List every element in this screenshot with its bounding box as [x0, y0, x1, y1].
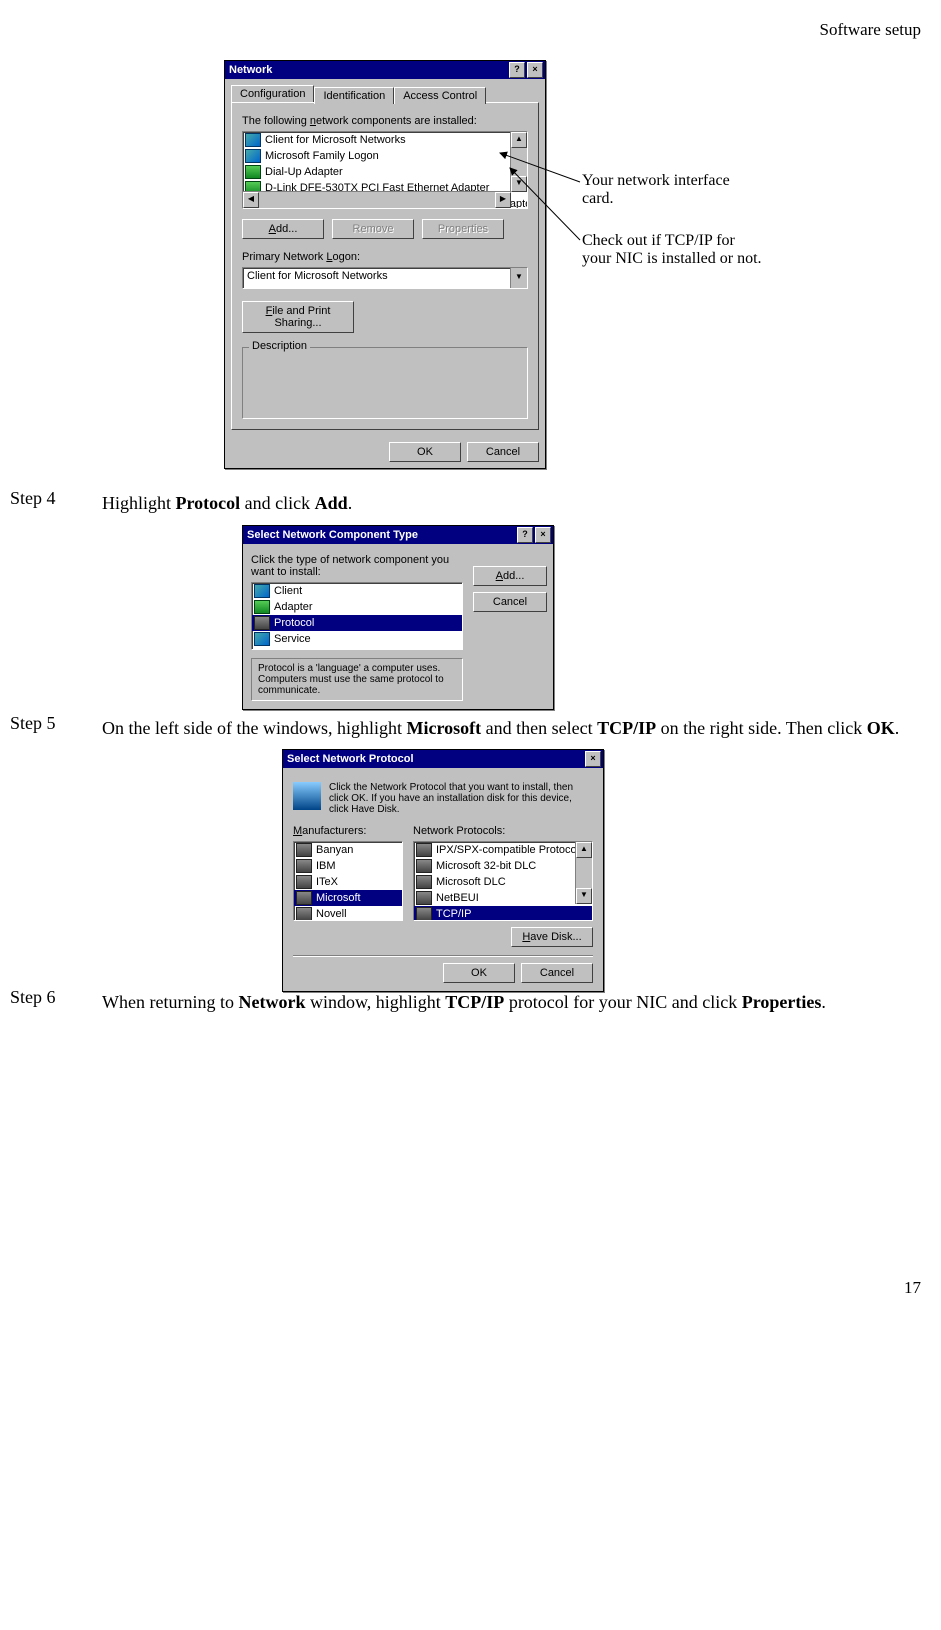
client-icon: [245, 149, 261, 163]
protocol-icon: [416, 907, 432, 921]
chevron-down-icon[interactable]: ▼: [510, 268, 527, 288]
list-item[interactable]: Microsoft Family Logon: [265, 150, 379, 162]
protocol-icon: [416, 859, 432, 873]
page-header: Software setup: [10, 20, 921, 40]
instruction-text: Click the Network Protocol that you want…: [329, 782, 593, 815]
protocols-label: Network Protocols:: [413, 825, 593, 837]
annotation-tcpip: Check out if TCP/IP for your NIC is inst…: [582, 232, 762, 268]
page-number: 17: [10, 1278, 921, 1298]
client-icon: [245, 133, 261, 147]
tab-identification[interactable]: Identification: [314, 87, 394, 104]
list-item[interactable]: Novell: [316, 908, 347, 920]
properties-button[interactable]: Properties: [422, 219, 504, 239]
tab-strip: Configuration Identification Access Cont…: [231, 85, 539, 102]
select-component-dialog: Select Network Component Type ? × Click …: [242, 525, 554, 710]
step6-label: Step 6: [10, 987, 102, 1008]
adapter-icon: [245, 165, 261, 179]
cancel-button[interactable]: Cancel: [467, 442, 539, 462]
description-group: Description: [242, 347, 528, 419]
close-icon[interactable]: ×: [535, 527, 551, 543]
scroll-left-icon[interactable]: ◀: [243, 192, 259, 208]
select-protocol-dialog: Select Network Protocol × Click the Netw…: [282, 749, 604, 992]
remove-button[interactable]: Remove: [332, 219, 414, 239]
file-print-sharing-button[interactable]: File and Print Sharing...: [242, 301, 354, 333]
protocol-icon: [416, 875, 432, 889]
scroll-up-icon[interactable]: ▲: [576, 842, 592, 858]
step4-label: Step 4: [10, 488, 102, 509]
cancel-button[interactable]: Cancel: [473, 592, 547, 612]
vendor-icon: [296, 891, 312, 905]
vendor-icon: [296, 907, 312, 921]
scroll-down-icon[interactable]: ▼: [511, 176, 527, 192]
protocol-icon: [254, 616, 270, 630]
step5-label: Step 5: [10, 713, 102, 734]
list-item[interactable]: ITeX: [316, 876, 338, 888]
list-item[interactable]: Client for Microsoft Networks: [265, 134, 406, 146]
list-item[interactable]: Banyan: [316, 844, 353, 856]
component-type-label: Click the type of network component you …: [251, 554, 463, 578]
network-dialog: Network ? × Configuration Identification…: [224, 60, 546, 469]
scroll-up-icon[interactable]: ▲: [511, 132, 527, 148]
close-icon[interactable]: ×: [527, 62, 543, 78]
client-icon: [254, 584, 270, 598]
scrollbar-vertical[interactable]: ▲ ▼: [575, 842, 592, 904]
ok-button[interactable]: OK: [443, 963, 515, 983]
add-button[interactable]: Add...: [242, 219, 324, 239]
scroll-right-icon[interactable]: ▶: [495, 192, 511, 208]
list-item[interactable]: Dial-Up Adapter: [265, 166, 343, 178]
protocol-icon: [416, 843, 432, 857]
add-button[interactable]: Add...: [473, 566, 547, 586]
protocols-listbox[interactable]: IPX/SPX-compatible Protocol Microsoft 32…: [413, 841, 593, 921]
ok-button[interactable]: OK: [389, 442, 461, 462]
logon-combo[interactable]: Client for Microsoft Networks ▼: [242, 267, 528, 289]
list-item[interactable]: Protocol: [274, 617, 314, 629]
protocol-large-icon: [293, 782, 321, 810]
description-label: Description: [249, 340, 310, 352]
list-item[interactable]: Microsoft DLC: [436, 876, 506, 888]
list-item[interactable]: IPX/SPX-compatible Protocol: [436, 844, 579, 856]
manufacturers-listbox[interactable]: Banyan IBM ITeX Microsoft Novell: [293, 841, 403, 921]
list-item[interactable]: Service: [274, 633, 311, 645]
tab-configuration[interactable]: Configuration: [231, 85, 314, 102]
step4-text: Highlight Protocol and click Add.: [102, 488, 921, 519]
scrollbar-vertical[interactable]: ▲ ▼: [510, 132, 527, 192]
components-listbox[interactable]: Client for Microsoft Networks Microsoft …: [242, 131, 528, 209]
scroll-down-icon[interactable]: ▼: [576, 888, 592, 904]
service-icon: [254, 632, 270, 646]
vendor-icon: [296, 875, 312, 889]
list-item[interactable]: Client: [274, 585, 302, 597]
dialog-title: Select Network Protocol: [287, 753, 414, 765]
have-disk-button[interactable]: Have Disk...: [511, 927, 593, 947]
component-listbox[interactable]: Client Adapter Protocol Service: [251, 582, 463, 650]
tab-access-control[interactable]: Access Control: [394, 87, 486, 104]
vendor-icon: [296, 859, 312, 873]
list-item[interactable]: Microsoft: [316, 892, 361, 904]
dialog-title: Network: [229, 64, 272, 76]
cancel-button[interactable]: Cancel: [521, 963, 593, 983]
list-item[interactable]: IBM: [316, 860, 336, 872]
list-item[interactable]: NetBEUI: [436, 892, 479, 904]
protocol-icon: [416, 891, 432, 905]
list-item[interactable]: Microsoft 32-bit DLC: [436, 860, 536, 872]
protocol-hint: Protocol is a 'language' a computer uses…: [251, 658, 463, 701]
dialog-title: Select Network Component Type: [247, 529, 418, 541]
manufacturers-label: Manufacturers:: [293, 825, 403, 837]
vendor-icon: [296, 843, 312, 857]
logon-value: Client for Microsoft Networks: [243, 268, 510, 288]
step5-text: On the left side of the windows, highlig…: [102, 713, 921, 744]
help-icon[interactable]: ?: [517, 527, 533, 543]
components-label: The following network components are ins…: [242, 115, 528, 127]
list-item[interactable]: TCP/IP: [436, 908, 471, 920]
list-item[interactable]: Adapter: [274, 601, 313, 613]
annotation-nic: Your network interface card.: [582, 172, 742, 208]
close-icon[interactable]: ×: [585, 751, 601, 767]
help-icon[interactable]: ?: [509, 62, 525, 78]
scrollbar-horizontal[interactable]: ◀ ▶: [243, 191, 511, 208]
logon-label: Primary Network Logon:: [242, 251, 528, 263]
adapter-icon: [254, 600, 270, 614]
